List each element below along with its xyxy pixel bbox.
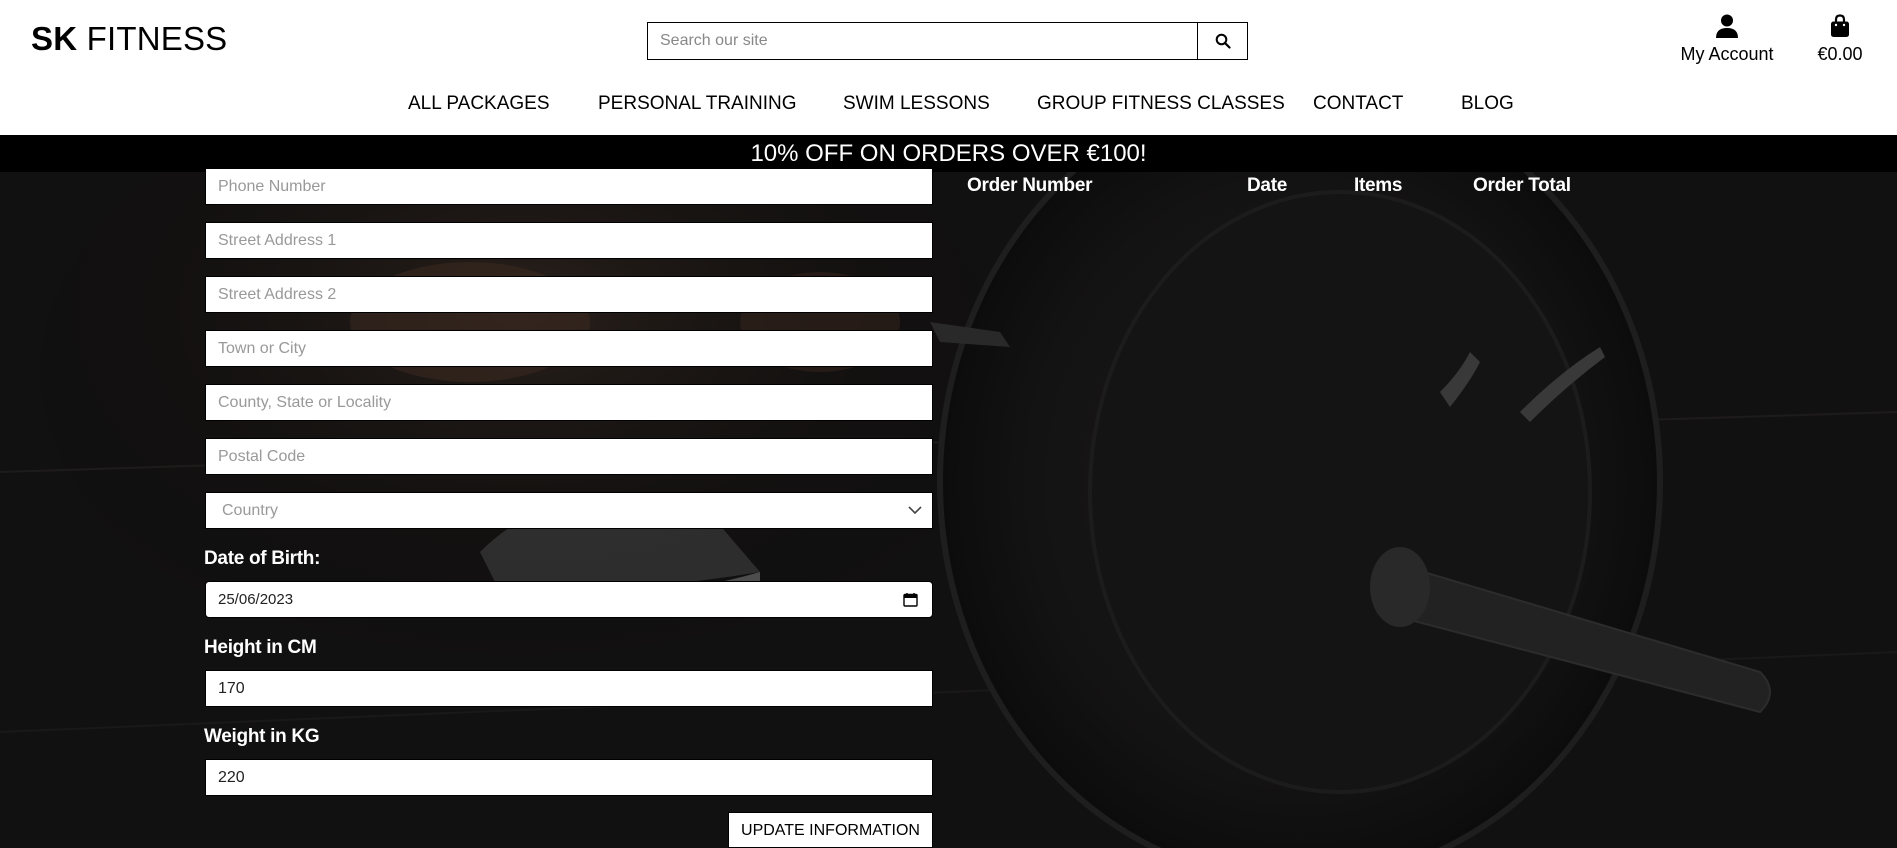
weight-label: Weight in KG: [204, 726, 320, 747]
country-select-value: Country: [222, 502, 279, 519]
postal-code-input[interactable]: [206, 439, 932, 474]
street-address-1-input[interactable]: [206, 223, 932, 258]
logo-bold-text: SK: [31, 20, 78, 57]
street-address-2-input[interactable]: [206, 277, 932, 312]
user-icon: [1716, 14, 1738, 38]
search-button[interactable]: [1197, 23, 1247, 59]
town-field: [205, 330, 933, 367]
order-history-header: Order Number Date Items Order Total: [0, 175, 1897, 199]
county-input[interactable]: [206, 385, 932, 420]
weight-field: [205, 759, 933, 796]
height-label: Height in CM: [204, 637, 317, 658]
country-select[interactable]: Country: [205, 492, 933, 529]
nav-group-fitness-classes[interactable]: GROUP FITNESS CLASSES: [1037, 93, 1285, 115]
column-order-total: Order Total: [1473, 175, 1571, 196]
column-order-number: Order Number: [967, 175, 1093, 196]
date-of-birth-value: 25/06/2023: [218, 591, 294, 608]
date-of-birth-label: Date of Birth:: [204, 548, 321, 569]
profile-form: Country Date of Birth: 25/06/2023 Height…: [204, 0, 935, 848]
column-date: Date: [1247, 175, 1287, 196]
town-input[interactable]: [206, 331, 932, 366]
column-items: Items: [1354, 175, 1403, 196]
site-logo[interactable]: SK FITNESS: [31, 20, 227, 58]
chevron-down-icon: [908, 506, 922, 515]
height-input[interactable]: [206, 671, 932, 706]
height-field: [205, 670, 933, 707]
cart-total: €0.00: [1817, 44, 1863, 64]
my-account-link[interactable]: My Account: [1672, 14, 1782, 65]
street-address-2-field: [205, 276, 933, 313]
update-information-button[interactable]: UPDATE INFORMATION: [728, 812, 933, 848]
calendar-icon[interactable]: [903, 592, 918, 607]
my-account-label: My Account: [1680, 44, 1774, 64]
street-address-1-field: [205, 222, 933, 259]
weight-input[interactable]: [206, 760, 932, 795]
search-icon: [1215, 33, 1231, 49]
nav-contact[interactable]: CONTACT: [1313, 93, 1403, 115]
cart-link[interactable]: €0.00: [1812, 14, 1868, 65]
county-field: [205, 384, 933, 421]
nav-blog[interactable]: BLOG: [1461, 93, 1514, 115]
postal-code-field: [205, 438, 933, 475]
date-of-birth-input[interactable]: 25/06/2023: [205, 581, 933, 618]
shopping-bag-icon: [1831, 14, 1849, 37]
